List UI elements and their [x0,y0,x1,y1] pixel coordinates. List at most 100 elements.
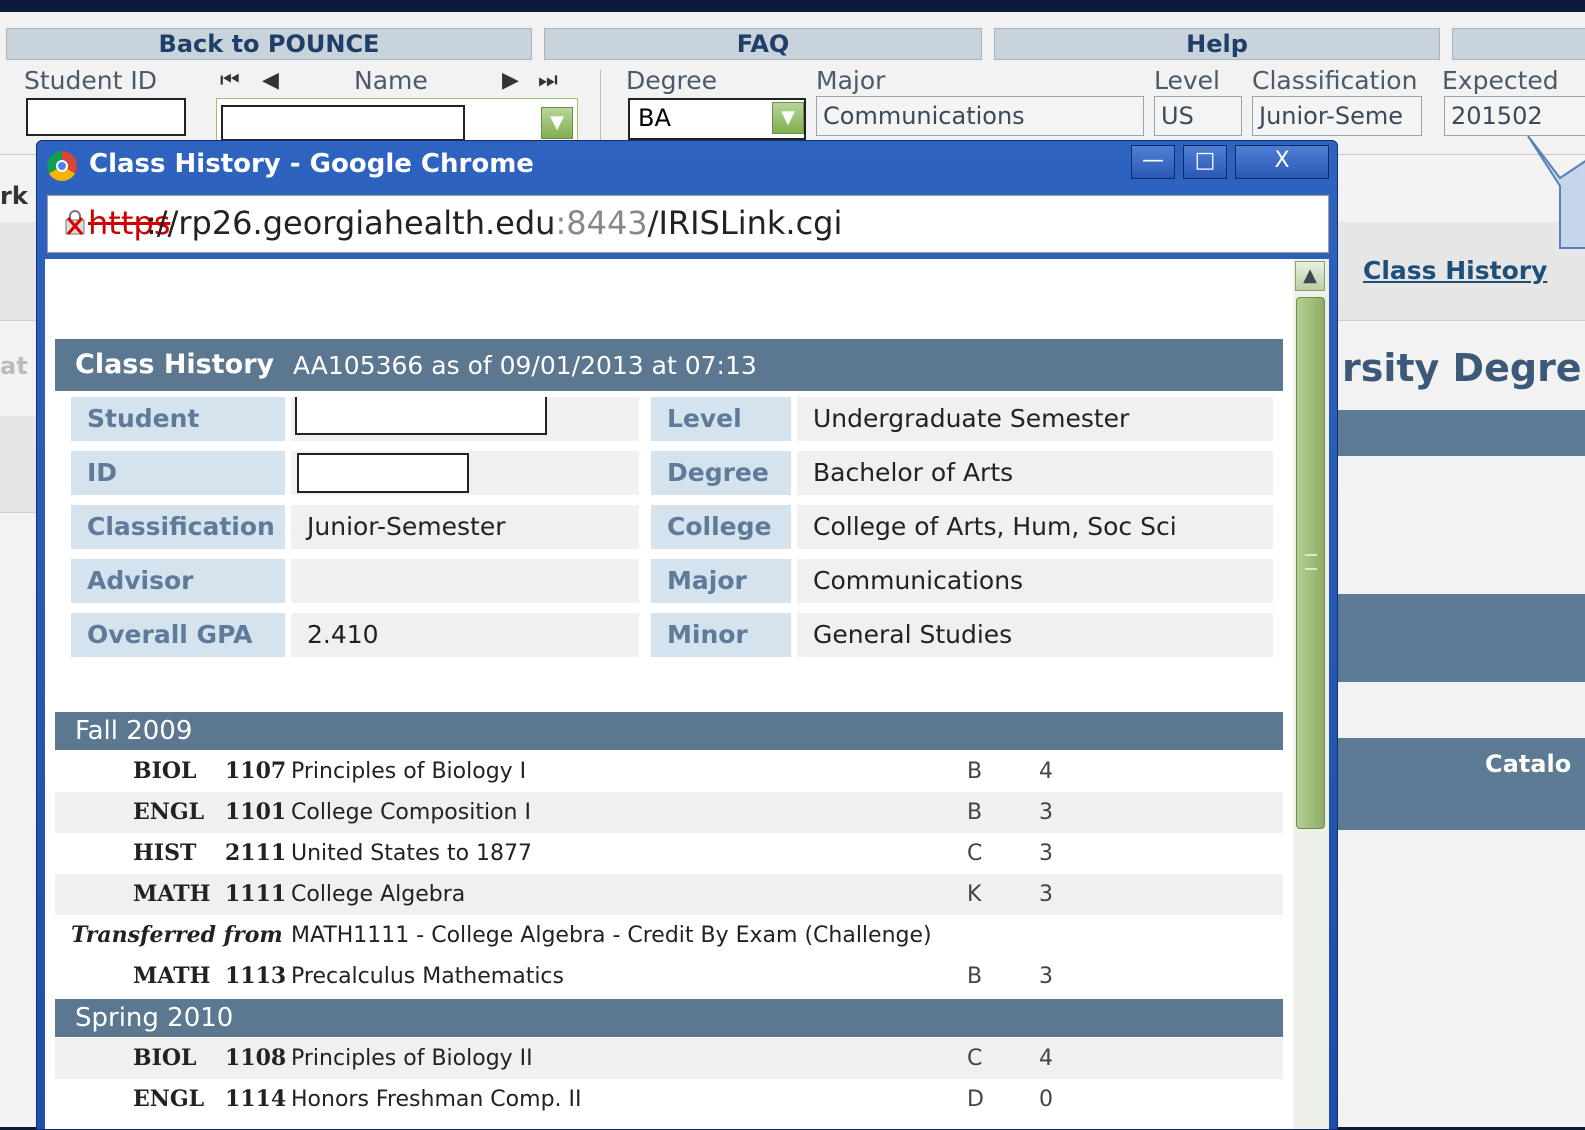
sidebar-tab [0,222,40,321]
transfer-label: Transferred from [71,922,283,948]
advisor-label: Advisor [71,559,285,603]
window-title: Class History - Google Chrome [89,149,534,179]
level-field: US [1154,96,1242,136]
college-value: College of Arts, Hum, Soc Sci [797,505,1273,549]
student-id-input[interactable] [26,98,186,136]
degree-value: Bachelor of Arts [797,451,1273,495]
course-subject: ENGL [133,799,205,825]
close-button[interactable]: X [1235,145,1329,179]
class-history-subtitle: AA105366 as of 09/01/2013 at 07:13 [293,351,757,380]
url-port: :8443 [555,204,648,242]
course-row: HIST 2111 United States to 1877 C 3 [55,833,1283,874]
course-row: MATH 1111 College Algebra K 3 [55,874,1283,915]
classification-label: Classification [71,505,285,549]
chevron-down-icon[interactable]: ▼ [541,107,573,139]
name-value-box [221,105,465,141]
major-value: Communications [797,559,1273,603]
degree-label: Degree [626,66,717,95]
student-id-box [297,453,469,493]
degree-value: BA [638,104,671,132]
prev-record-icon[interactable]: ◀ [262,68,279,93]
course-title: United States to 1877 [291,841,533,866]
classification-value: Junior-Semester [291,505,639,549]
course-grade: B [967,759,983,784]
chevron-down-icon[interactable]: ▼ [772,102,804,134]
course-credits: 4 [1039,759,1053,784]
name-select[interactable]: ▼ [216,98,578,146]
catalog-header: Catalo [1485,750,1572,778]
course-number: 1113 [225,963,287,989]
course-number: 1107 [225,758,287,784]
id-label: ID [71,451,285,495]
back-to-pounce-link[interactable]: Back to POUNCE [6,28,532,60]
course-credits: 3 [1039,964,1053,989]
address-bar[interactable]: https ://rp26.georgiahealth.edu:8443/IRI… [47,195,1329,253]
course-subject: ENGL [133,1086,205,1112]
course-credits: 3 [1039,882,1053,907]
course-number: 1114 [225,1086,287,1112]
minor-label: Minor [651,613,791,657]
expected-label: Expected [1442,66,1559,95]
name-label: Name [354,66,428,95]
major-label: Major [651,559,791,603]
window-titlebar[interactable]: Class History - Google Chrome — □ X [37,141,1337,193]
course-row: ENGL 1114 Honors Freshman Comp. II D 0 [55,1079,1283,1120]
callout-arrow [1527,135,1585,249]
level-value: Undergraduate Semester [797,397,1273,441]
course-credits: 3 [1039,800,1053,825]
course-subject: BIOL [133,1045,197,1071]
insecure-lock-icon[interactable] [62,210,88,236]
class-history-window: Class History - Google Chrome — □ X http… [36,140,1338,1130]
sidebar-fragment: at [0,352,28,380]
course-grade: C [967,1046,983,1071]
chrome-icon [47,151,77,181]
faq-link[interactable]: FAQ [544,28,982,60]
course-title: Precalculus Mathematics [291,964,564,989]
help-link[interactable]: Help [994,28,1440,60]
divider [600,70,601,150]
course-title: Principles of Biology I [291,759,527,784]
class-history-header: Class History AA105366 as of 09/01/2013 … [55,339,1283,391]
maximize-button[interactable]: □ [1183,145,1227,179]
course-grade: B [967,964,983,989]
course-credits: 4 [1039,1046,1053,1071]
nav-extra-tab[interactable] [1452,28,1585,60]
url-host: ://rp26.georgiahealth.edu [146,204,556,242]
student-label: Student [71,397,285,441]
scroll-thumb[interactable] [1296,297,1325,829]
course-subject: MATH [133,881,211,907]
college-label: College [651,505,791,549]
scroll-up-icon[interactable]: ▲ [1295,261,1325,291]
course-row: ENGL 1101 College Composition I B 3 [55,792,1283,833]
sidebar-fragment: rk [0,182,28,210]
vertical-scrollbar[interactable]: ▲ [1293,259,1329,1129]
course-grade: D [967,1087,984,1112]
classification-field: Junior-Seme [1252,96,1422,136]
course-grade: C [967,841,983,866]
class-history-link[interactable]: Class History [1363,256,1547,285]
gpa-value: 2.410 [291,613,639,657]
transfer-row: Transferred from MATH1111 - College Alge… [55,915,1283,956]
course-number: 1108 [225,1045,287,1071]
minimize-button[interactable]: — [1131,145,1175,179]
minor-value: General Studies [797,613,1273,657]
course-row: MATH 1113 Precalculus Mathematics B 3 [55,956,1283,997]
first-record-icon[interactable]: ⏮ [220,68,240,93]
course-credits: 0 [1039,1087,1053,1112]
last-record-icon[interactable]: ⏭ [538,68,558,93]
course-title: College Composition I [291,800,531,825]
grip-icon [1305,554,1317,570]
sidebar-tab [0,416,40,513]
level-label: Level [1154,66,1220,95]
degree-select[interactable]: BA ▼ [628,98,806,140]
level-label: Level [651,397,791,441]
section-header-band [1338,410,1585,456]
next-record-icon[interactable]: ▶ [502,68,519,93]
student-name-box [295,397,547,435]
course-grade: K [967,882,982,907]
course-number: 1111 [225,881,287,907]
degree-label: Degree [651,451,791,495]
url-text: ://rp26.georgiahealth.edu:8443/IRISLink.… [146,204,842,242]
course-title: Honors Freshman Comp. II [291,1087,582,1112]
course-subject: BIOL [133,758,197,784]
